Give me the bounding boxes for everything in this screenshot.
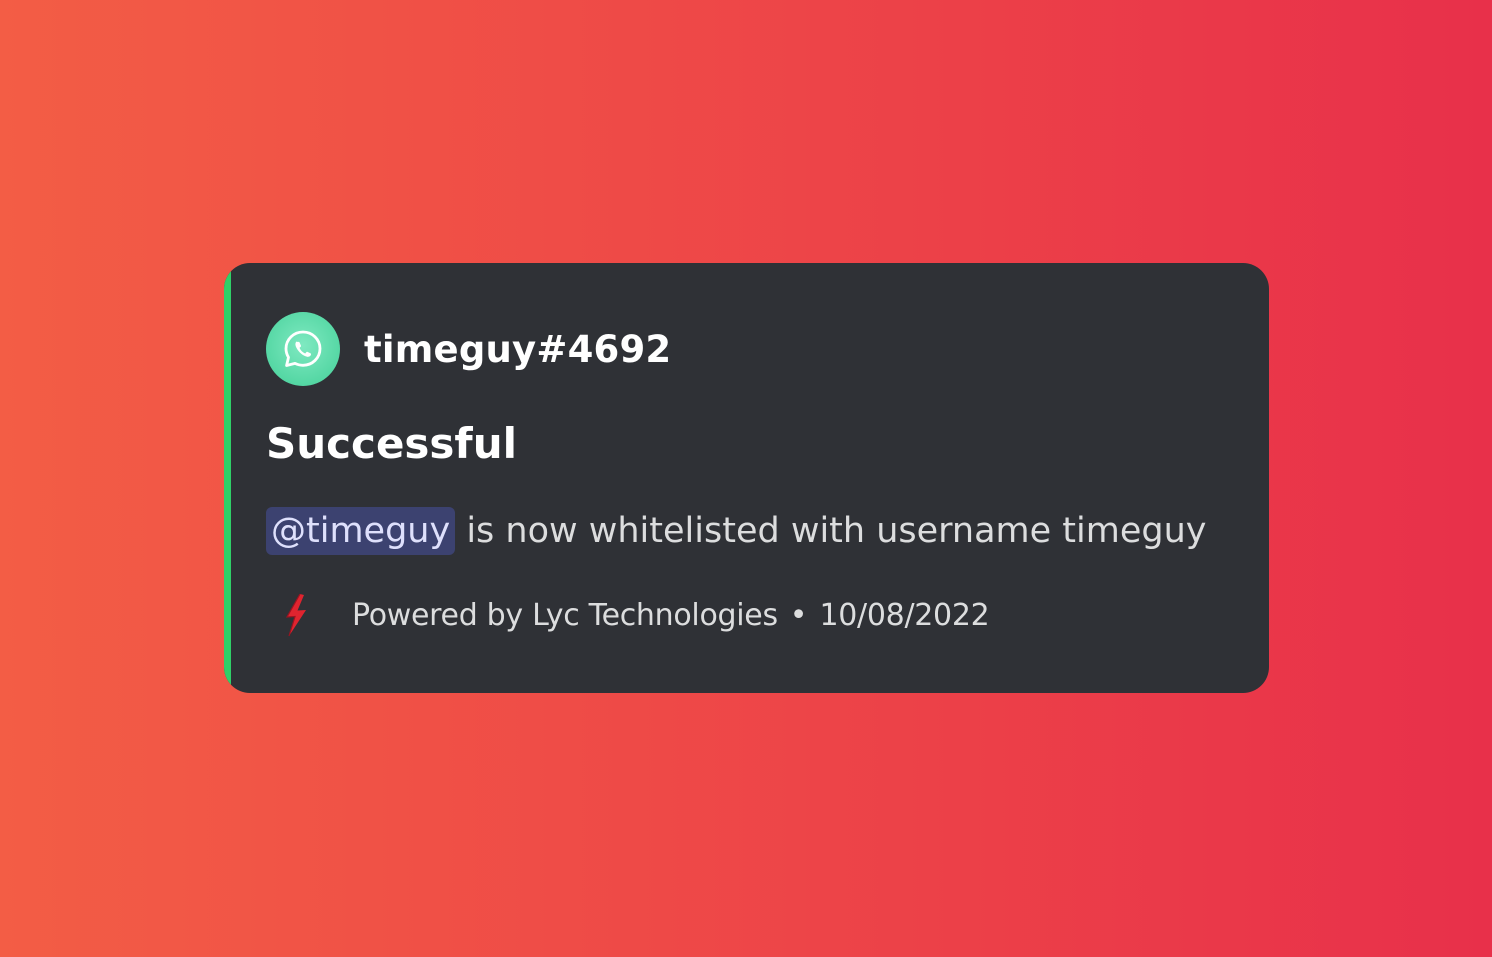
embed-footer: Powered by Lyc Technologies • 10/08/2022	[272, 589, 990, 641]
footer-text: Powered by Lyc Technologies	[352, 597, 778, 633]
embed-accent-bar	[224, 263, 231, 693]
embed-author-name[interactable]: timeguy#4692	[364, 328, 671, 371]
footer-timestamp: 10/08/2022	[819, 597, 990, 633]
footer-separator: •	[789, 597, 808, 633]
whatsapp-icon[interactable]	[266, 312, 340, 386]
user-mention[interactable]: @timeguy	[266, 507, 456, 555]
embed-description: @timeguy is now whitelisted with usernam…	[266, 506, 1207, 556]
description-text: is now whitelisted with username timeguy	[455, 511, 1207, 551]
embed-author: timeguy#4692	[266, 312, 671, 386]
message-embed: timeguy#4692 Successful @timeguy is now …	[224, 263, 1269, 693]
embed-title: Successful	[266, 419, 517, 468]
lightning-bolt-icon	[272, 589, 320, 641]
